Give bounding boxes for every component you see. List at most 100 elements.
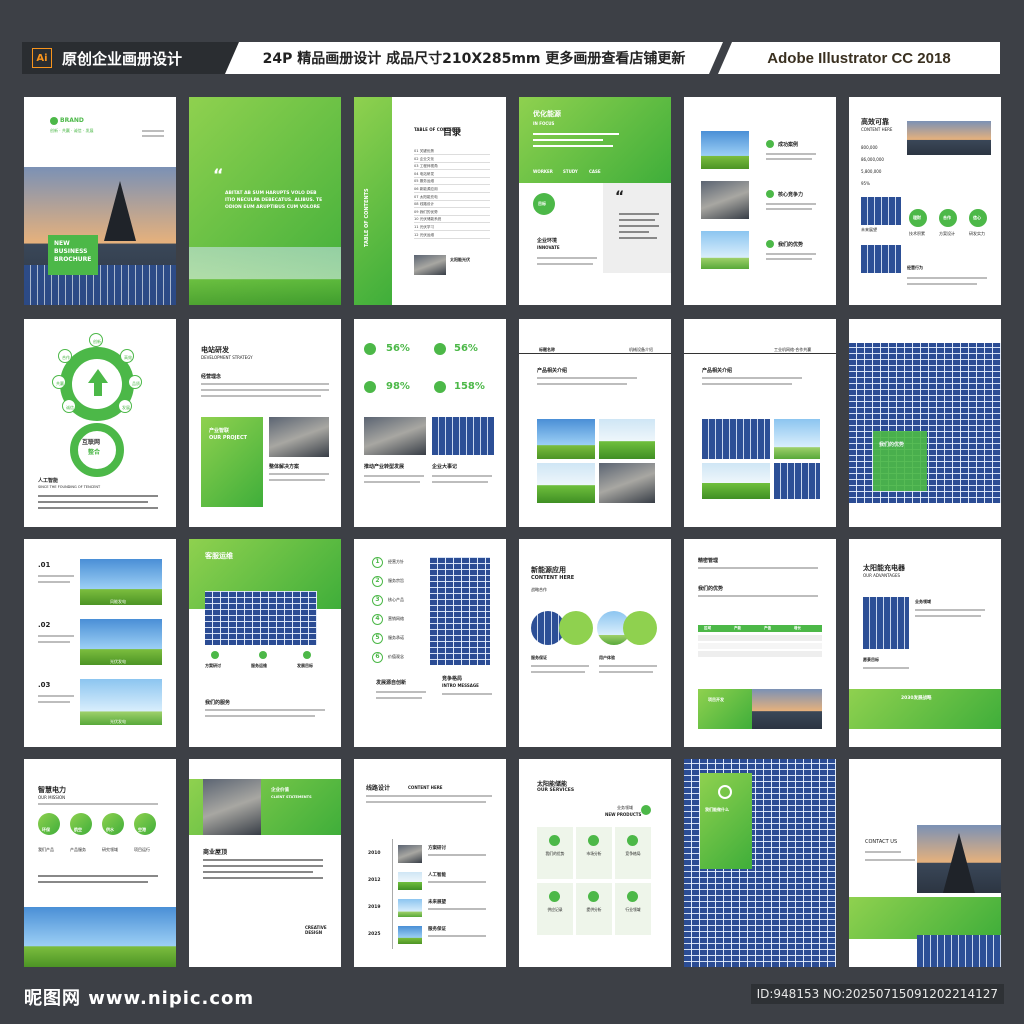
case-photo-factory xyxy=(701,181,749,219)
storage-cell-label: 行业领域 xyxy=(625,907,641,912)
toc-item[interactable]: 12 光伏运维 xyxy=(414,233,490,239)
focus-label: 企业环境 xyxy=(537,238,558,244)
toc-item[interactable]: 08 线路设计 xyxy=(414,202,490,209)
hands-plant-photo xyxy=(537,463,595,503)
timeline-label: 服务保证 xyxy=(428,927,446,932)
contact-title: CONTACT US xyxy=(865,839,898,845)
page-service: 客服运维 方案研讨 服务运维 发展目标 我们的服务 xyxy=(189,539,341,747)
up-arrow-icon xyxy=(88,369,108,383)
toc-photo xyxy=(414,255,446,275)
storage-cell-label: 提供分析 xyxy=(586,907,602,912)
toc-item[interactable]: 06 新能源应用 xyxy=(414,187,490,193)
case-icon-2 xyxy=(766,190,774,198)
timeline-photo xyxy=(398,872,422,890)
cover-title-box: NEW BUSINESS BROCHURE xyxy=(48,235,98,275)
page-storage: 太阳能储能 OUR SERVICES 业务领域 NEW PRODUCTS 我们的… xyxy=(519,759,671,967)
toc-item[interactable]: 05 服务运维 xyxy=(414,179,490,186)
step-item: 1 经营方针 xyxy=(372,557,428,569)
page-stats: 56% 56% 98% 158% 推动产业转型发展 企业大事记 xyxy=(354,319,506,527)
brand-tagline: 创新 · 共赢 · 诚信 · 发展 xyxy=(50,128,94,133)
page-smart-power: 智慧电力 OUR MISSION 环保 航空 供水 空港 我们产品 产品服务 研… xyxy=(24,759,176,967)
charger-photo xyxy=(863,597,909,649)
step-number: 3 xyxy=(372,595,383,606)
timeline-label: 方案研讨 xyxy=(428,846,446,851)
management-callout: 项目开发 xyxy=(698,689,752,729)
page-roof: 企业价值 CLIENT STATEMENTS 商业屋顶 CREATIVE DES… xyxy=(189,759,341,967)
timeline-photo xyxy=(398,845,422,863)
toc-item[interactable]: 02 企业文化 xyxy=(414,157,490,163)
step-number: 5 xyxy=(372,633,383,644)
reliable-photo-solar xyxy=(907,121,991,155)
step-number: 4 xyxy=(372,614,383,625)
reliable-photo-panels xyxy=(861,197,901,225)
stat-icon-3 xyxy=(364,381,376,393)
illustrator-icon: Ai xyxy=(32,48,52,68)
storage-grid-cell: 供应记录 xyxy=(537,883,573,935)
step-label: 营销网络 xyxy=(388,616,404,621)
quote-mark-icon: “ xyxy=(213,165,224,184)
page-cases: 成功案例 核心竞争力 我们的优势 xyxy=(684,97,836,305)
stats-photo-solar xyxy=(432,417,494,455)
stats-photo-factory xyxy=(364,417,426,455)
focus-quote-icon: “ xyxy=(615,189,625,205)
storage-cell-label: 市场分析 xyxy=(586,851,602,856)
page-timeline: 线路设计 CONTENT HERE 2010 方案研讨 2012 人工智能 2019 未来… xyxy=(354,759,506,967)
timeline-photo xyxy=(398,899,422,917)
quote-field-photo xyxy=(189,247,341,305)
storage-grid-cell: 市场分析 xyxy=(576,827,612,879)
case-icon-3 xyxy=(766,240,774,248)
toc-item[interactable]: 09 我们的优势 xyxy=(414,210,490,216)
toc-side-band: TABLE OF CONTENTS xyxy=(354,97,392,305)
contact-pylon-photo xyxy=(917,825,1001,893)
watermark-logo: 昵图网 www.nipic.com xyxy=(24,988,255,1009)
toc-item[interactable]: 11 光伏学习 xyxy=(414,225,490,231)
timeline-year: 2012 xyxy=(368,878,381,883)
page-advantage: 我们的优势 xyxy=(849,319,1001,527)
charger-strategy-bar: 2030发展战略 xyxy=(849,689,1001,729)
storage-cell-label: 竞争格局 xyxy=(625,851,641,856)
header-left-title: 原创企业画册设计 xyxy=(62,49,183,68)
header-center-banner: 24P 精品画册设计 成品尺寸210X285mm 更多画册查看店铺更新 xyxy=(225,42,723,74)
roof-worker-photo xyxy=(203,779,261,835)
timeline-label: 未来展望 xyxy=(428,900,446,905)
image-id-label: ID:948153 NO:20250715091202214127 xyxy=(750,984,1004,1004)
step-number: 2 xyxy=(372,576,383,587)
page-cover: BRAND 创新 · 共赢 · 诚信 · 发展 NEW BUSINESS BRO… xyxy=(24,97,176,305)
stat-icon-2 xyxy=(434,343,446,355)
timeline-item: 2025 服务保证 xyxy=(368,926,492,948)
toc-item[interactable]: 01 关键优势 xyxy=(414,149,490,155)
storage-cell-icon xyxy=(627,835,638,846)
focus-header-band: 优化能源 IN FOCUS WORKER STUDY CASE xyxy=(519,97,671,183)
steps-photo-solar xyxy=(430,557,490,665)
toc-item[interactable]: 07 太阳能充电 xyxy=(414,195,490,201)
toc-item[interactable]: 03 工程师视角 xyxy=(414,164,490,171)
step-label: 服务承诺 xyxy=(388,635,404,640)
page-ring: 创新 合作 高效 共赢 品质 诚信 发展 互联网 整合 人工智能 SINCE T… xyxy=(24,319,176,527)
storage-cell-icon xyxy=(627,891,638,902)
page-focus: 优化能源 IN FOCUS WORKER STUDY CASE “ 目标 企业环… xyxy=(519,97,671,305)
storage-cell-icon xyxy=(549,891,560,902)
timeline-label: 人工智能 xyxy=(428,873,446,878)
stat-icon-4 xyxy=(434,381,446,393)
timeline-year: 2019 xyxy=(368,905,381,910)
storage-cell-icon xyxy=(588,835,599,846)
toc-item[interactable]: 04 电站研发 xyxy=(414,172,490,178)
timeline-item: 2019 未来展望 xyxy=(368,899,492,921)
advantage-tag: 我们的优势 xyxy=(873,431,927,491)
development-box: 产业智联 OUR PROJECT xyxy=(201,417,263,507)
timeline-year: 2010 xyxy=(368,851,381,856)
step-label: 服务宗旨 xyxy=(388,578,404,583)
service-icon xyxy=(259,651,267,659)
brand-name: BRAND xyxy=(60,117,84,124)
page-steps: 1 经营方针 2 服务宗旨 3 核心产品 4 营销网络 5 服务承诺 6 价值观念 发展源自创新 竞争… xyxy=(354,539,506,747)
page-toc: TABLE OF CONTENTS TABLE OF CONTENTS 目录 0… xyxy=(354,97,506,305)
storage-cell-icon xyxy=(549,835,560,846)
case-photo-pylons xyxy=(701,231,749,269)
focus-target-badge: 目标 xyxy=(533,193,555,215)
step-label: 核心产品 xyxy=(388,597,404,602)
stat-icon-1 xyxy=(364,343,376,355)
storage-cell-label: 我们的优势 xyxy=(545,851,565,856)
recycle-icon xyxy=(718,785,732,799)
smart-power-photo xyxy=(24,907,176,967)
toc-item[interactable]: 10 光伏储能系统 xyxy=(414,217,490,224)
